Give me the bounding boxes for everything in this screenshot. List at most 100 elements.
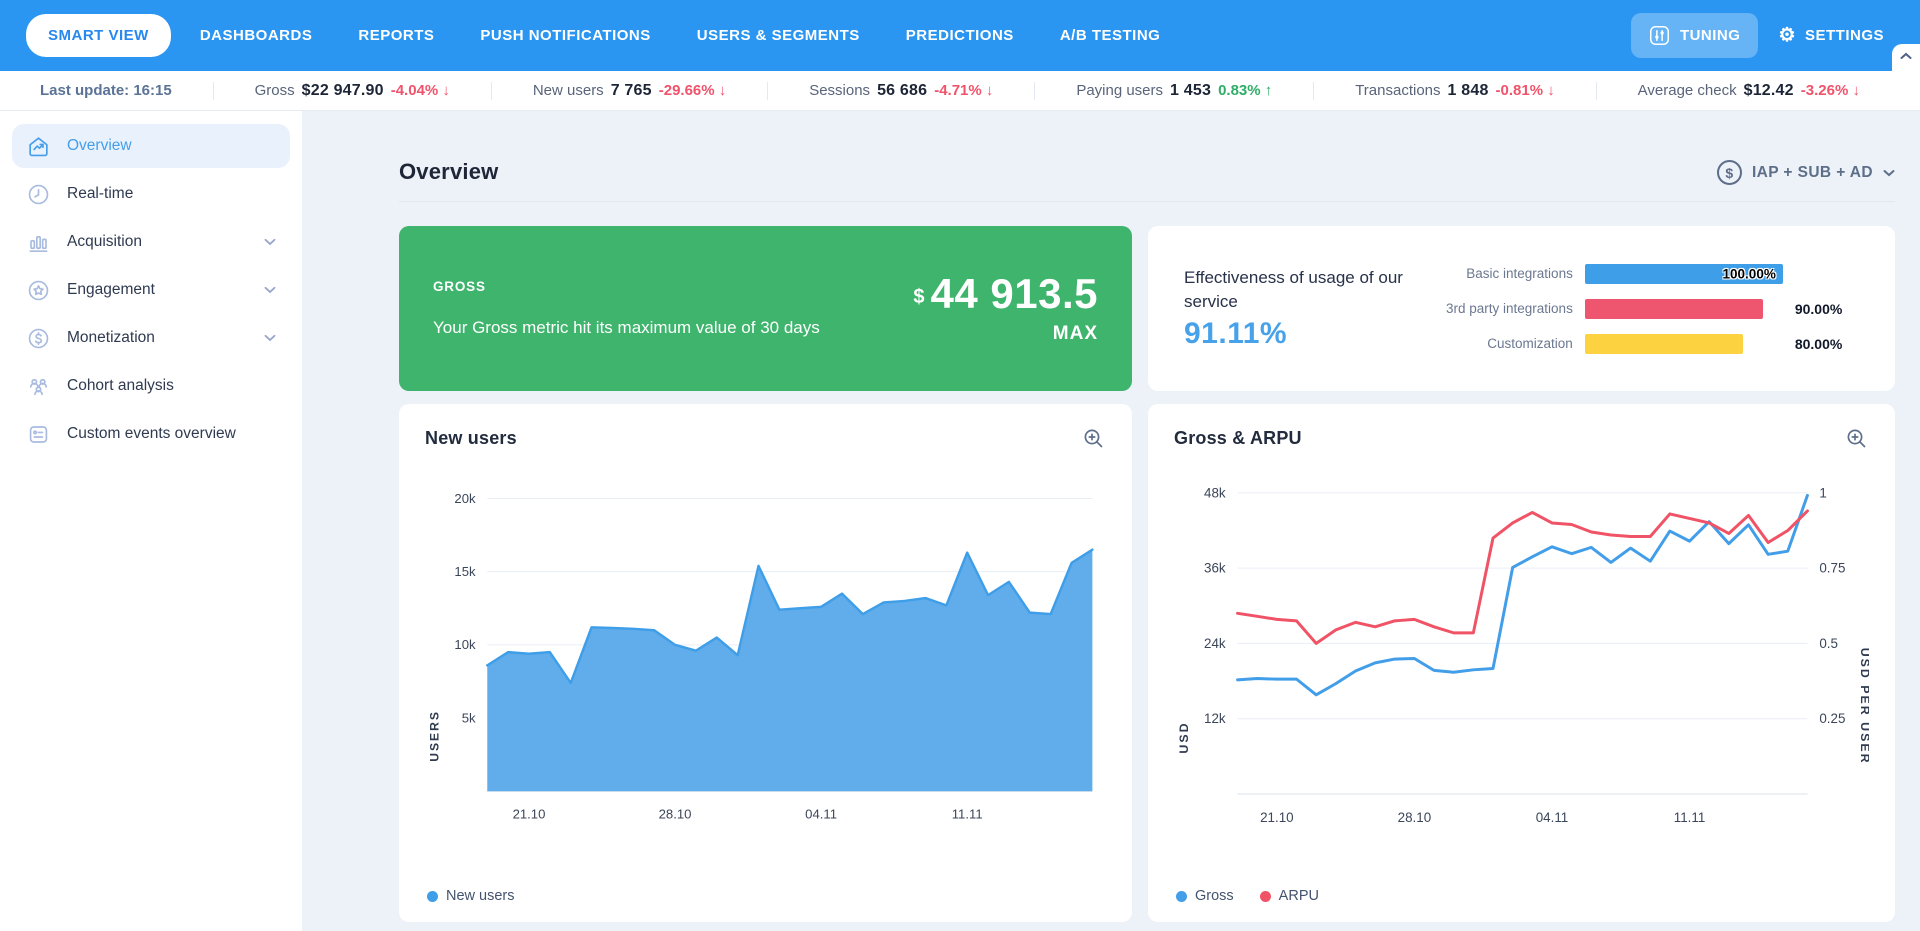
sidebar-item-custom-events-overview[interactable]: Custom events overview <box>12 412 290 456</box>
gross-arpu-chart-card: Gross & ARPU 12k0.2524k0.536k0.7548k121.… <box>1148 404 1895 922</box>
divider <box>491 82 492 100</box>
sidebar: Overview Real-time Acquisition Engagement Mo… <box>0 110 302 931</box>
svg-text:21.10: 21.10 <box>513 806 546 821</box>
gear-icon: ⚙ <box>1778 26 1796 45</box>
svg-text:10k: 10k <box>454 637 476 652</box>
magnifier-plus-icon <box>1083 428 1104 449</box>
svg-text:0.25: 0.25 <box>1819 711 1845 726</box>
bar-label: 3rd party integrations <box>1446 301 1573 316</box>
svg-text:28.10: 28.10 <box>1398 810 1432 825</box>
effectiveness-row-3rd-party-integrations: 3rd party integrations 90.00% <box>1446 299 1873 319</box>
sidebar-item-engagement[interactable]: Engagement <box>12 268 290 312</box>
svg-text:11.11: 11.11 <box>952 806 983 821</box>
gross-arpu-line-chart: 12k0.2524k0.536k0.7548k121.1028.1004.111… <box>1174 461 1869 853</box>
chevron-down-icon <box>1883 169 1895 177</box>
last-update-status: Last update: 16:15 <box>40 82 172 99</box>
nav-tab-smart-view[interactable]: SMART VIEW <box>26 14 171 57</box>
svg-text:48k: 48k <box>1204 485 1226 500</box>
revenue-type-selector[interactable]: $ IAP + SUB + AD <box>1717 160 1895 185</box>
legend-item-arpu[interactable]: ARPU <box>1260 888 1319 904</box>
effectiveness-bars: Basic integrations100.00% 3rd party integ… <box>1446 250 1873 367</box>
kpi-stats-bar: Last update: 16:15 Gross$22 947.90-4.04% … <box>0 71 1920 110</box>
magnifier-plus-icon <box>1846 428 1867 449</box>
bar-label: Basic integrations <box>1446 266 1573 281</box>
bar-label: Customization <box>1446 336 1573 351</box>
svg-text:11.11: 11.11 <box>1674 810 1706 825</box>
chart-zoom-button[interactable] <box>1844 426 1869 451</box>
nav-tab-predictions[interactable]: PREDICTIONS <box>889 15 1031 56</box>
top-nav: SMART VIEW DASHBOARDS REPORTS PUSH NOTIFICA… <box>0 0 1920 71</box>
svg-text:36k: 36k <box>1204 561 1226 576</box>
tuning-sliders-icon <box>1649 25 1670 46</box>
sidebar-item-real-time[interactable]: Real-time <box>12 172 290 216</box>
legend-label: Gross <box>1195 888 1234 904</box>
stat-item-new-users: New users7 765-29.66% ↓ <box>533 82 726 100</box>
new-users-chart-card: New users 5k10k15k20k21.1028.1004.1111.1… <box>399 404 1132 922</box>
dollar-icon <box>26 326 51 351</box>
divider <box>1596 82 1597 100</box>
legend-dot <box>1260 891 1271 902</box>
effectiveness-score: 91.11% <box>1184 317 1446 351</box>
effectiveness-row-customization: Customization 80.00% <box>1446 334 1873 354</box>
divider <box>1034 82 1035 100</box>
revenue-type-value: IAP + SUB + AD <box>1752 164 1873 182</box>
settings-label: SETTINGS <box>1805 27 1884 44</box>
nav-tab-a-b-testing[interactable]: A/B TESTING <box>1043 15 1178 56</box>
sidebar-item-label: Custom events overview <box>67 425 236 443</box>
stat-item-gross: Gross$22 947.90-4.04% ↓ <box>255 82 450 100</box>
sidebar-item-label: Acquisition <box>67 233 142 251</box>
chevron-up-icon <box>1900 52 1912 60</box>
clock-icon <box>26 182 51 207</box>
svg-text:USD: USD <box>1177 721 1191 753</box>
gross-max-highlight-card: GROSS Your Gross metric hit its maximum … <box>399 226 1132 391</box>
legend-item-gross[interactable]: Gross <box>1176 888 1234 904</box>
sidebar-item-cohort-analysis[interactable]: Cohort analysis <box>12 364 290 408</box>
content-header: Overview $ IAP + SUB + AD <box>399 110 1895 202</box>
chart-legend: Gross ARPU <box>1174 888 1869 904</box>
svg-text:20k: 20k <box>454 491 476 506</box>
legend-dot <box>1176 891 1187 902</box>
nav-tab-dashboards[interactable]: DASHBOARDS <box>183 15 330 56</box>
nav-tab-reports[interactable]: REPORTS <box>341 15 451 56</box>
svg-text:0.5: 0.5 <box>1819 636 1838 651</box>
new-users-area-chart: 5k10k15k20k21.1028.1004.1111.11USERS <box>425 461 1106 853</box>
star-icon <box>26 278 51 303</box>
svg-text:24k: 24k <box>1204 636 1226 651</box>
coin-icon: $ <box>1717 160 1742 185</box>
tuning-button[interactable]: TUNING <box>1631 13 1759 58</box>
legend-item-new-users[interactable]: New users <box>427 888 515 904</box>
sidebar-item-acquisition[interactable]: Acquisition <box>12 220 290 264</box>
sidebar-item-overview[interactable]: Overview <box>12 124 290 168</box>
cohort-icon <box>26 374 51 399</box>
bar-value: 80.00% <box>1795 336 1873 352</box>
nav-tab-push-notifications[interactable]: PUSH NOTIFICATIONS <box>463 15 667 56</box>
sidebar-item-monetization[interactable]: Monetization <box>12 316 290 360</box>
main-content: Overview $ IAP + SUB + AD GROSS Your Gro… <box>302 110 1920 931</box>
collapse-panel-button[interactable] <box>1892 44 1920 84</box>
svg-text:28.10: 28.10 <box>659 806 692 821</box>
tuning-label: TUNING <box>1680 27 1741 44</box>
settings-button[interactable]: ⚙ SETTINGS <box>1768 14 1894 57</box>
hero-max-badge: MAX <box>1053 323 1098 345</box>
nav-tab-users-segments[interactable]: USERS & SEGMENTS <box>680 15 877 56</box>
svg-text:21.10: 21.10 <box>1260 810 1294 825</box>
chevron-down-icon <box>264 238 276 246</box>
chart-zoom-button[interactable] <box>1081 426 1106 451</box>
bar-value: 90.00% <box>1795 301 1873 317</box>
chevron-down-icon <box>264 334 276 342</box>
legend-dot <box>427 891 438 902</box>
svg-text:04.11: 04.11 <box>805 806 837 821</box>
sidebar-item-label: Real-time <box>67 185 133 203</box>
svg-text:1: 1 <box>1819 485 1826 500</box>
hero-description: Your Gross metric hit its maximum value … <box>433 318 820 338</box>
stat-item-transactions: Transactions1 848-0.81% ↓ <box>1355 82 1555 100</box>
sidebar-item-label: Engagement <box>67 281 155 299</box>
svg-text:12k: 12k <box>1204 711 1226 726</box>
chart-legend: New users <box>425 888 1106 904</box>
effectiveness-row-basic-integrations: Basic integrations100.00% <box>1446 264 1873 284</box>
svg-text:0.75: 0.75 <box>1819 561 1845 576</box>
nav-actions: TUNING ⚙ SETTINGS <box>1631 13 1894 58</box>
stat-item-average-check: Average check$12.42-3.26% ↓ <box>1638 82 1860 100</box>
svg-text:USD PER USER: USD PER USER <box>1858 648 1869 765</box>
main-nav-tabs: SMART VIEW DASHBOARDS REPORTS PUSH NOTIFICA… <box>26 14 1177 57</box>
